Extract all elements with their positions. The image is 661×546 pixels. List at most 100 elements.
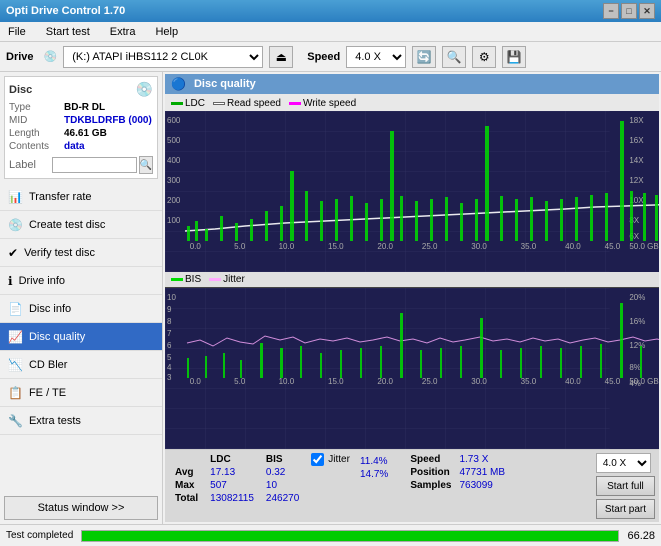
- menu-help[interactable]: Help: [151, 24, 182, 40]
- sidebar-label-extra-tests: Extra tests: [29, 415, 81, 427]
- avg-bis: 0.32: [260, 466, 305, 479]
- drive-label: Drive: [6, 51, 34, 63]
- chart-header: 🔵 Disc quality: [165, 74, 659, 94]
- jitter-stats-table: 11.4% 14.7%: [356, 453, 400, 481]
- drive-icon: 💿: [44, 50, 58, 63]
- chart-header-icon: 🔵: [171, 77, 186, 91]
- svg-text:0.0: 0.0: [190, 242, 202, 251]
- jitter-checkbox[interactable]: [311, 453, 324, 466]
- menu-extra[interactable]: Extra: [106, 24, 140, 40]
- stats-table: LDC BIS Avg 17.13 0.32 Max 507 10 Total …: [169, 453, 305, 505]
- total-label: Total: [169, 492, 204, 505]
- total-samples: 763099: [455, 479, 509, 492]
- chart-title: Disc quality: [194, 78, 256, 90]
- status-text: Test completed: [6, 530, 73, 541]
- sidebar-label-verify-test-disc: Verify test disc: [24, 247, 95, 259]
- disc-icon: 💿: [136, 81, 153, 98]
- start-part-button[interactable]: Start part: [596, 499, 655, 519]
- fe-te-icon: 📋: [8, 386, 23, 400]
- bottom-chart: 10 9 8 7 6 5 4 3 20% 16% 12% 8% 4% 0.0 5…: [165, 287, 659, 449]
- speed-select[interactable]: 4.0 X: [346, 46, 406, 68]
- mid-value: TDKBLDRFB (000): [64, 115, 152, 126]
- jitter-checkbox-area: Jitter: [311, 453, 350, 466]
- status-bar: Test completed 66.28: [0, 524, 661, 546]
- svg-text:12%: 12%: [629, 341, 645, 350]
- sidebar-label-disc-info: Disc info: [29, 303, 71, 315]
- menu-file[interactable]: File: [4, 24, 30, 40]
- maximize-button[interactable]: □: [621, 3, 637, 19]
- svg-text:20.0: 20.0: [377, 242, 393, 251]
- sidebar-item-disc-quality[interactable]: 📈 Disc quality: [0, 323, 162, 351]
- svg-text:15.0: 15.0: [328, 377, 344, 386]
- drive-select[interactable]: (K:) ATAPI iHBS112 2 CL0K: [63, 46, 263, 68]
- svg-text:25.0: 25.0: [422, 242, 438, 251]
- start-full-button[interactable]: Start full: [596, 476, 655, 496]
- save-button[interactable]: 💾: [502, 46, 526, 68]
- settings-button[interactable]: ⚙: [472, 46, 496, 68]
- type-value: BD-R DL: [64, 102, 105, 113]
- write-speed-color: [289, 102, 301, 105]
- title-bar: Opti Drive Control 1.70 − □ ✕: [0, 0, 661, 22]
- sidebar-item-transfer-rate[interactable]: 📊 Transfer rate: [0, 183, 162, 211]
- drive-bar: Drive 💿 (K:) ATAPI iHBS112 2 CL0K ⏏ Spee…: [0, 42, 661, 72]
- chart-speed-select[interactable]: 4.0 X: [596, 453, 651, 473]
- sidebar-item-verify-test-disc[interactable]: ✔ Verify test disc: [0, 239, 162, 267]
- progress-value: 66.28: [627, 530, 655, 542]
- eject-button[interactable]: ⏏: [269, 46, 293, 68]
- sidebar-label-fe-te: FE / TE: [29, 387, 66, 399]
- sidebar-item-fe-te[interactable]: 📋 FE / TE: [0, 379, 162, 407]
- svg-text:45.0: 45.0: [605, 242, 621, 251]
- legend-ldc-label: LDC: [185, 98, 205, 109]
- svg-text:8: 8: [167, 317, 172, 326]
- app-title: Opti Drive Control 1.70: [6, 5, 125, 17]
- svg-text:500: 500: [167, 136, 181, 145]
- svg-text:400: 400: [167, 156, 181, 165]
- svg-text:9: 9: [167, 305, 172, 314]
- status-window-button[interactable]: Status window >>: [4, 496, 158, 520]
- avg-ldc: 17.13: [204, 466, 260, 479]
- legend-jitter: Jitter: [209, 274, 245, 285]
- minimize-button[interactable]: −: [603, 3, 619, 19]
- sidebar-item-disc-info[interactable]: 📄 Disc info: [0, 295, 162, 323]
- svg-text:600: 600: [167, 116, 181, 125]
- max-ldc: 507: [204, 479, 260, 492]
- label-input[interactable]: [52, 157, 137, 173]
- sidebar-item-cd-bler[interactable]: 📉 CD Bler: [0, 351, 162, 379]
- svg-text:6: 6: [167, 341, 172, 350]
- max-bis: 10: [260, 479, 305, 492]
- cd-bler-icon: 📉: [8, 358, 23, 372]
- legend-ldc: LDC: [171, 98, 205, 109]
- menu-bar: File Start test Extra Help: [0, 22, 661, 42]
- verify-test-disc-icon: ✔: [8, 246, 18, 260]
- contents-value: data: [64, 141, 85, 152]
- right-buttons: 4.0 X Start full Start part: [596, 453, 655, 519]
- label-key: Label: [9, 159, 52, 171]
- length-key: Length: [9, 128, 64, 139]
- legend-read-speed: Read speed: [213, 98, 281, 109]
- contents-key: Contents: [9, 141, 64, 152]
- scan-button[interactable]: 🔍: [442, 46, 466, 68]
- sidebar-item-create-test-disc[interactable]: 💿 Create test disc: [0, 211, 162, 239]
- svg-text:8%: 8%: [629, 363, 641, 372]
- close-button[interactable]: ✕: [639, 3, 655, 19]
- bottom-legend: BIS Jitter: [165, 272, 659, 287]
- ldc-color: [171, 102, 183, 105]
- svg-text:16%: 16%: [629, 317, 645, 326]
- disc-panel: Disc 💿 Type BD-R DL MID TDKBLDRFB (000) …: [4, 76, 158, 179]
- sidebar-item-drive-info[interactable]: ℹ Drive info: [0, 267, 162, 295]
- svg-text:30.0: 30.0: [471, 377, 487, 386]
- svg-text:40.0: 40.0: [565, 377, 581, 386]
- chart-area: 🔵 Disc quality LDC Read speed Write spee…: [163, 72, 661, 524]
- avg-speed: 1.73 X: [455, 453, 509, 466]
- refresh-button[interactable]: 🔄: [412, 46, 436, 68]
- svg-text:3: 3: [167, 373, 172, 382]
- svg-text:14X: 14X: [629, 156, 644, 165]
- type-key: Type: [9, 102, 64, 113]
- sidebar-item-extra-tests[interactable]: 🔧 Extra tests: [0, 407, 162, 435]
- extra-tests-icon: 🔧: [8, 414, 23, 428]
- menu-start-test[interactable]: Start test: [42, 24, 94, 40]
- label-browse-button[interactable]: 🔍: [139, 156, 153, 174]
- top-chart-svg: 600 500 400 300 200 100 18X 16X 14X 12X …: [165, 111, 659, 272]
- sidebar-label-disc-quality: Disc quality: [29, 331, 85, 343]
- svg-text:20.0: 20.0: [377, 377, 393, 386]
